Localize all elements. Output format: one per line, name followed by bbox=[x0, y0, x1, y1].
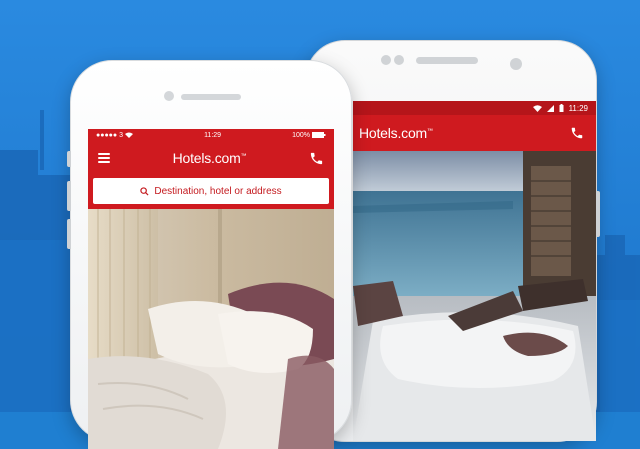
phone-icon[interactable] bbox=[309, 151, 324, 166]
resort-photo bbox=[353, 151, 596, 441]
search-bar-container: Destination, hotel or address bbox=[88, 175, 334, 211]
search-placeholder: Destination, hotel or address bbox=[154, 185, 282, 197]
destination-search-input[interactable]: Destination, hotel or address bbox=[93, 178, 329, 204]
battery-percent: 100% bbox=[292, 131, 310, 139]
iphone-status-bar: ●●●●● 3 11:29 100% bbox=[88, 129, 334, 141]
iphone-screen: ●●●●● 3 11:29 100% Hotels.com™ Destinati… bbox=[88, 129, 334, 449]
android-status-bar: 11:29 bbox=[353, 101, 596, 115]
android-screen: 11:29 Hotels.com™ bbox=[353, 101, 596, 441]
wifi-icon bbox=[532, 104, 542, 112]
search-icon bbox=[140, 186, 149, 196]
signal-dots-icon: ●●●●● bbox=[96, 131, 118, 139]
signal-icon bbox=[546, 104, 554, 112]
battery-icon bbox=[559, 104, 564, 112]
android-speaker bbox=[416, 57, 478, 64]
iphone-volume-up bbox=[67, 181, 71, 211]
hotels-logo[interactable]: Hotels.com™ bbox=[359, 125, 433, 141]
android-front-camera bbox=[510, 58, 522, 70]
iphone-time: 11:29 bbox=[204, 131, 222, 139]
hamburger-icon[interactable] bbox=[98, 153, 110, 163]
android-time: 11:29 bbox=[568, 103, 588, 113]
iphone-speaker bbox=[181, 94, 241, 100]
iphone-front-camera bbox=[164, 91, 174, 101]
android-sensor bbox=[381, 55, 391, 65]
wifi-icon bbox=[125, 132, 134, 138]
carrier-label: 3 bbox=[119, 131, 124, 139]
iphone: ●●●●● 3 11:29 100% Hotels.com™ Destinati… bbox=[67, 60, 352, 449]
battery-icon bbox=[311, 132, 326, 138]
iphone-volume-down bbox=[67, 219, 71, 249]
android-sensor bbox=[394, 55, 404, 65]
phone-icon[interactable] bbox=[570, 126, 584, 140]
android-side-button bbox=[596, 191, 600, 237]
bedroom-photo bbox=[88, 209, 334, 449]
hotels-logo[interactable]: Hotels.com™ bbox=[173, 150, 247, 166]
android-app-header: Hotels.com™ bbox=[353, 115, 596, 151]
iphone-mute-switch bbox=[67, 151, 71, 167]
iphone-app-top: ●●●●● 3 11:29 100% Hotels.com™ Destinati… bbox=[88, 129, 334, 211]
iphone-app-header: Hotels.com™ bbox=[88, 141, 334, 175]
